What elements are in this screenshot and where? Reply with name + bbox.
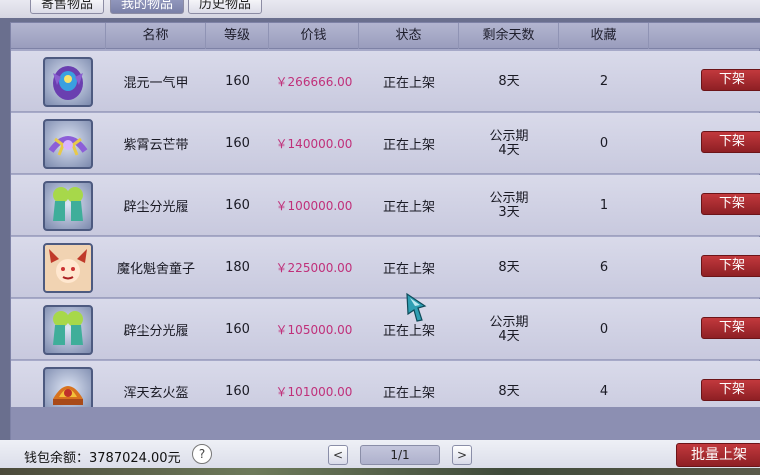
tab-strip: 寄售物品 我的物品 历史物品	[0, 0, 760, 18]
item-name: 辟尘分光履	[123, 324, 189, 339]
days-line-1: 8天	[498, 259, 520, 275]
item-level: 160	[225, 322, 250, 337]
item-name: 魔化魁舍童子	[116, 262, 195, 277]
delist-button[interactable]: 下架	[701, 69, 760, 91]
item-name: 紫霄云芒带	[123, 138, 189, 153]
items-panel: 名称 等级 价钱 状态 剩余天数 收藏 混元一气甲 160 ￥266666.00…	[10, 22, 760, 441]
table-row[interactable]: 魔化魁舍童子 180 ￥225000.00 正在上架 8天 6 下架	[11, 237, 760, 298]
item-remaining-days: 公示期 4天	[459, 299, 559, 360]
delist-button[interactable]: 下架	[701, 255, 760, 277]
item-status: 正在上架	[382, 200, 435, 215]
days-line-1: 8天	[498, 383, 520, 399]
batch-list-button[interactable]: 批量上架	[676, 443, 760, 467]
item-name: 浑天玄火盔	[123, 386, 189, 401]
tab-my-items[interactable]: 我的物品	[110, 0, 184, 14]
item-price: ￥105000.00	[275, 323, 353, 337]
header-icon	[11, 23, 106, 49]
item-slot[interactable]	[43, 367, 93, 407]
item-remaining-days: 公示期 4天	[459, 113, 559, 174]
item-favorites: 4	[599, 384, 609, 399]
item-favorites: 0	[599, 136, 609, 151]
wallet-balance: 钱包余额：3787024.00元	[24, 451, 181, 466]
days-line-2: 4天	[498, 328, 520, 344]
item-price: ￥140000.00	[275, 137, 353, 151]
item-price: ￥266666.00	[275, 75, 353, 89]
green-boots-icon	[53, 187, 83, 221]
item-price: ￥100000.00	[275, 199, 353, 213]
item-level: 160	[225, 136, 250, 151]
table-row[interactable]: 紫霄云芒带 160 ￥140000.00 正在上架 公示期 4天 0 下架	[11, 113, 760, 174]
game-background-strip	[0, 468, 760, 475]
item-list[interactable]: 混元一气甲 160 ￥266666.00 正在上架 8天 2 下架 紫霄云芒带	[11, 51, 760, 407]
item-slot[interactable]	[43, 181, 93, 231]
table-row[interactable]: 混元一气甲 160 ￥266666.00 正在上架 8天 2 下架	[11, 51, 760, 112]
item-name: 混元一气甲	[123, 76, 189, 91]
table-row[interactable]: 辟尘分光履 160 ￥100000.00 正在上架 公示期 3天 1 下架	[11, 175, 760, 236]
item-level: 160	[225, 74, 250, 89]
header-favorites: 收藏	[559, 23, 649, 49]
item-favorites: 2	[599, 74, 609, 89]
days-line-2: 4天	[498, 142, 520, 158]
tab-consignment-items[interactable]: 寄售物品	[30, 0, 104, 14]
days-line-2: 3天	[498, 204, 520, 220]
cursor-icon	[406, 292, 427, 322]
table-header: 名称 等级 价钱 状态 剩余天数 收藏	[11, 23, 760, 49]
purple-belt-icon	[48, 136, 88, 156]
item-price: ￥225000.00	[275, 261, 353, 275]
item-name: 辟尘分光履	[123, 200, 189, 215]
header-name: 名称	[106, 23, 206, 49]
delist-button[interactable]: 下架	[701, 379, 760, 401]
item-remaining-days: 公示期 3天	[459, 175, 559, 236]
item-favorites: 0	[599, 322, 609, 337]
green-boots-icon	[53, 311, 83, 345]
item-slot[interactable]	[43, 305, 93, 355]
header-price: 价钱	[269, 23, 359, 49]
prev-page-button[interactable]: <	[328, 445, 348, 465]
days-line-1: 公示期	[489, 190, 529, 206]
item-level: 160	[225, 384, 250, 399]
item-level: 180	[225, 260, 250, 275]
item-slot[interactable]	[43, 243, 93, 293]
header-days: 剩余天数	[459, 23, 559, 49]
days-line-1: 8天	[498, 73, 520, 89]
header-status: 状态	[359, 23, 459, 49]
item-level: 160	[225, 198, 250, 213]
fire-helmet-icon	[53, 386, 83, 405]
item-status: 正在上架	[382, 138, 435, 153]
header-level: 等级	[206, 23, 269, 49]
item-remaining-days: 8天	[459, 361, 559, 407]
item-price: ￥101000.00	[275, 385, 353, 399]
days-line-1: 公示期	[489, 314, 529, 330]
list-footer-band	[11, 407, 760, 441]
item-status: 正在上架	[382, 262, 435, 277]
item-favorites: 6	[599, 260, 609, 275]
tab-history-items[interactable]: 历史物品	[188, 0, 262, 14]
demon-child-icon	[45, 245, 91, 291]
item-remaining-days: 8天	[459, 237, 559, 298]
table-row[interactable]: 辟尘分光履 160 ￥105000.00 正在上架 公示期 4天 0 下架	[11, 299, 760, 360]
delist-button[interactable]: 下架	[701, 193, 760, 215]
item-favorites: 1	[599, 198, 609, 213]
item-slot[interactable]	[43, 119, 93, 169]
purple-armor-icon	[53, 66, 83, 100]
table-row[interactable]: 浑天玄火盔 160 ￥101000.00 正在上架 8天 4 下架	[11, 361, 760, 407]
next-page-button[interactable]: >	[452, 445, 472, 465]
item-remaining-days: 8天	[459, 51, 559, 112]
item-slot[interactable]	[43, 57, 93, 107]
delist-button[interactable]: 下架	[701, 317, 760, 339]
item-status: 正在上架	[382, 76, 435, 91]
help-icon[interactable]: ?	[192, 444, 212, 464]
delist-button[interactable]: 下架	[701, 131, 760, 153]
item-status: 正在上架	[382, 386, 435, 401]
page-indicator: 1/1	[360, 445, 440, 465]
days-line-1: 公示期	[489, 128, 529, 144]
